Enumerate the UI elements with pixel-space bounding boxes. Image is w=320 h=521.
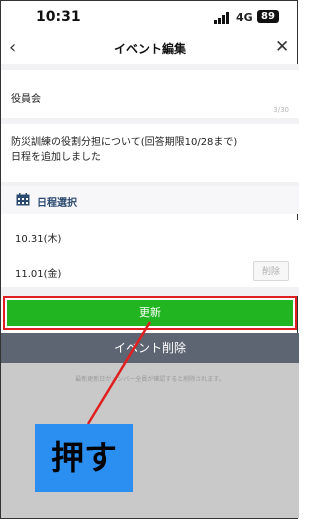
status-bar: 10:31 4G 89 — [0, 0, 300, 34]
title-char-counter: 3/30 — [273, 106, 289, 114]
nav-header: ‹ イベント編集 ✕ — [0, 34, 300, 64]
date-label: 10.31(木) — [15, 234, 62, 245]
schedule-section-header: 日程選択 — [1, 186, 299, 214]
schedule-label: 日程選択 — [37, 198, 77, 209]
event-description-field[interactable]: 防災訓練の役割分担について(回答期限10/28まで) 日程を追加しました — [1, 124, 299, 182]
status-time: 10:31 — [36, 9, 81, 25]
annotation-label: 押す — [35, 424, 133, 492]
delete-event-button[interactable]: イベント削除 — [1, 333, 299, 363]
event-title-value: 役員会 — [11, 94, 41, 105]
page-title: イベント編集 — [113, 42, 186, 56]
notice-text: 最新更新日がメンバー全員が確認すると削除されます。 — [75, 376, 225, 383]
date-label: 11.01(金) — [15, 269, 62, 280]
delete-date-button[interactable]: 削除 — [253, 261, 289, 281]
date-row[interactable]: 11.01(金) 削除 — [1, 255, 299, 287]
signal-icon — [214, 12, 230, 24]
description-line-2: 日程を追加しました — [11, 152, 101, 163]
close-icon[interactable]: ✕ — [275, 37, 289, 57]
description-line-1: 防災訓練の役割分担について(回答期限10/28まで) — [11, 137, 238, 148]
event-title-field[interactable]: 役員会 3/30 — [1, 70, 299, 118]
update-button-highlight: 更新 — [3, 296, 297, 330]
calendar-icon — [16, 193, 30, 206]
update-button[interactable]: 更新 — [7, 300, 293, 326]
battery-icon: 89 — [257, 10, 279, 23]
section-gap — [1, 287, 299, 296]
date-row[interactable]: 10.31(木) — [1, 220, 299, 252]
network-label: 4G — [236, 11, 253, 24]
